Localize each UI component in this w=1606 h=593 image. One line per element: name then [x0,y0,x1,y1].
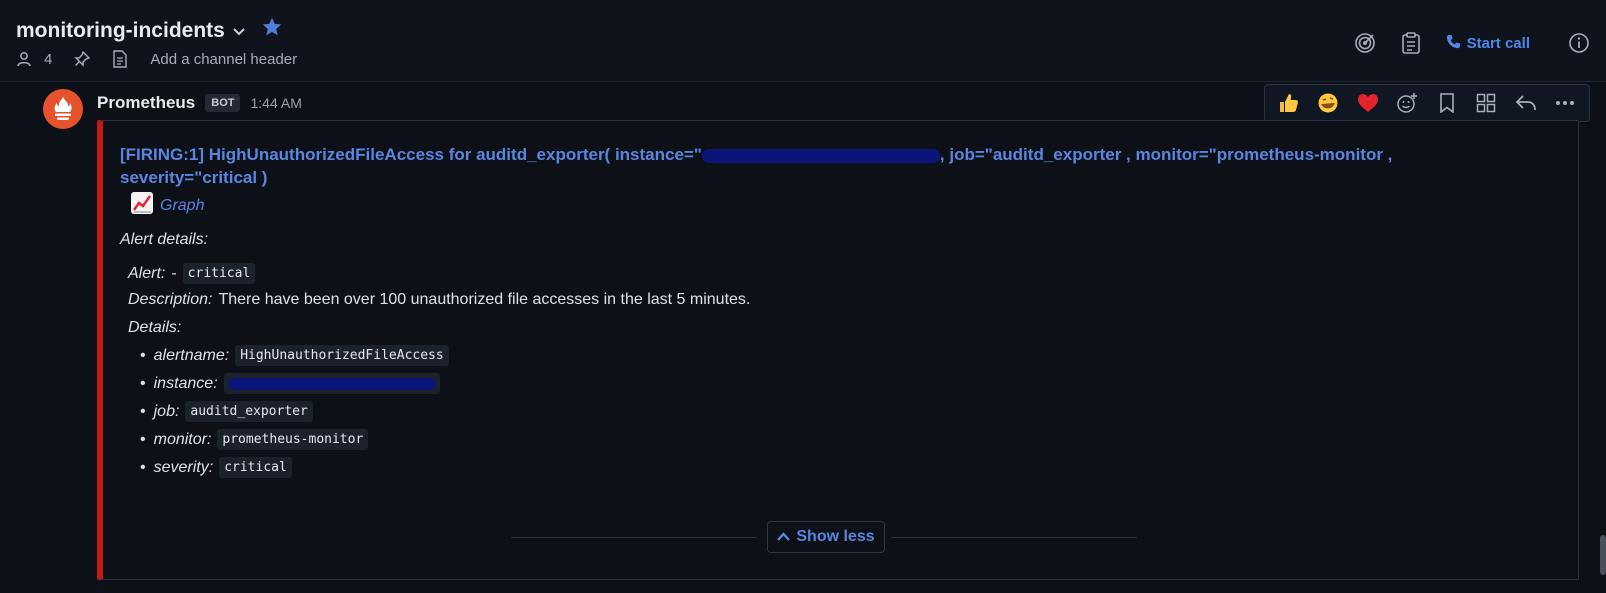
pin-icon[interactable] [74,51,91,67]
list-item: • job: auditd_exporter [140,401,313,422]
header-actions: Start call [1342,28,1606,58]
detail-key: alertname: [153,346,230,364]
redacted-instance [227,377,436,390]
chevron-up-icon [777,528,791,546]
list-item: • alertname: HighUnauthorizedFileAccess [140,345,449,366]
channel-name[interactable]: monitoring-incidents [16,19,225,43]
post-hover-menu [1264,84,1590,122]
channel-subheader: 4 Add a channel header [16,50,297,68]
members-icon[interactable] [16,51,32,67]
details-label: Details: [128,319,182,336]
files-icon[interactable] [112,50,128,68]
alert-title-part1: [FIRING:1] HighUnauthorizedFileAccess fo… [120,145,702,164]
alert-title-part3: severity="critical ) [120,168,268,187]
list-item: • monitor: prometheus-monitor [140,429,369,450]
phone-icon [1446,34,1461,53]
scrollbar[interactable] [1600,535,1606,575]
rofl-icon[interactable] [1312,88,1344,118]
divider [511,537,757,538]
more-icon[interactable] [1549,88,1581,118]
show-less-label: Show less [796,528,875,545]
show-less-row: Show less [511,521,1137,553]
chevron-down-icon[interactable] [233,23,245,39]
apps-icon[interactable] [1470,88,1502,118]
alert-dash: - [171,264,177,282]
bullet-dot: • [140,402,146,420]
alert-value: critical [182,263,256,284]
channel-header: monitoring-incidents 4 Add a channel hea… [0,0,1606,82]
start-call-button[interactable]: Start call [1446,34,1530,53]
alert-row: Alert: - critical [128,263,256,284]
detail-key: monitor: [153,430,212,448]
detail-value: auditd_exporter [185,401,313,422]
list-item: • severity: critical [140,457,292,478]
detail-value: critical [219,457,292,478]
bullet-dot: • [140,374,146,392]
clipboard-icon[interactable] [1388,28,1434,58]
detail-value-redacted [223,373,440,394]
bullet-dot: • [140,458,146,476]
member-count[interactable]: 4 [44,51,52,68]
info-icon[interactable] [1556,28,1602,58]
divider [891,537,1137,538]
bot-badge: BOT [205,94,241,112]
alert-details-label: Alert details [120,231,204,248]
detail-value: prometheus-monitor [217,429,369,450]
detail-key: instance: [153,374,218,392]
graph-link[interactable]: Graph [160,197,204,215]
prometheus-logo-icon [54,97,72,120]
show-less-button[interactable]: Show less [767,521,885,553]
bookmark-icon[interactable] [1431,88,1463,118]
favorite-star-icon[interactable] [261,16,283,45]
description-value: There have been over 100 unauthorized fi… [218,291,751,308]
post-author[interactable]: Prometheus [97,93,195,113]
description-row: Description: There have been over 100 un… [128,291,750,309]
channel-title[interactable]: monitoring-incidents [16,16,283,45]
details-row: Details: [128,319,181,337]
list-item: • instance: [140,373,440,394]
message-attachment: [FIRING:1] HighUnauthorizedFileAccess fo… [97,120,1579,580]
message-header: Prometheus BOT 1:44 AM [97,93,302,113]
alert-details-heading: Alert details: [120,231,209,248]
redacted-instance [701,148,940,163]
alert-title-part2: , job="auditd_exporter , monitor="promet… [939,145,1393,164]
chart-increasing-icon [130,191,154,220]
avatar[interactable] [43,89,83,129]
add-channel-header-link[interactable]: Add a channel header [150,51,297,68]
alert-title[interactable]: [FIRING:1] HighUnauthorizedFileAccess fo… [120,143,1450,189]
add-reaction-icon[interactable] [1391,88,1423,118]
detail-key: job: [153,402,180,420]
reply-icon[interactable] [1510,88,1542,118]
thumbsup-icon[interactable] [1273,88,1305,118]
description-label: Description: [128,291,213,308]
graph-row: Graph [130,191,204,220]
start-call-label: Start call [1466,34,1530,52]
alert-label: Alert: [128,264,166,282]
detail-value: HighUnauthorizedFileAccess [235,345,449,366]
target-icon[interactable] [1342,28,1388,58]
bullet-dot: • [140,430,146,448]
post-time[interactable]: 1:44 AM [250,95,301,111]
bullet-dot: • [140,346,146,364]
detail-key: severity: [153,458,214,476]
heart-icon[interactable] [1352,88,1384,118]
